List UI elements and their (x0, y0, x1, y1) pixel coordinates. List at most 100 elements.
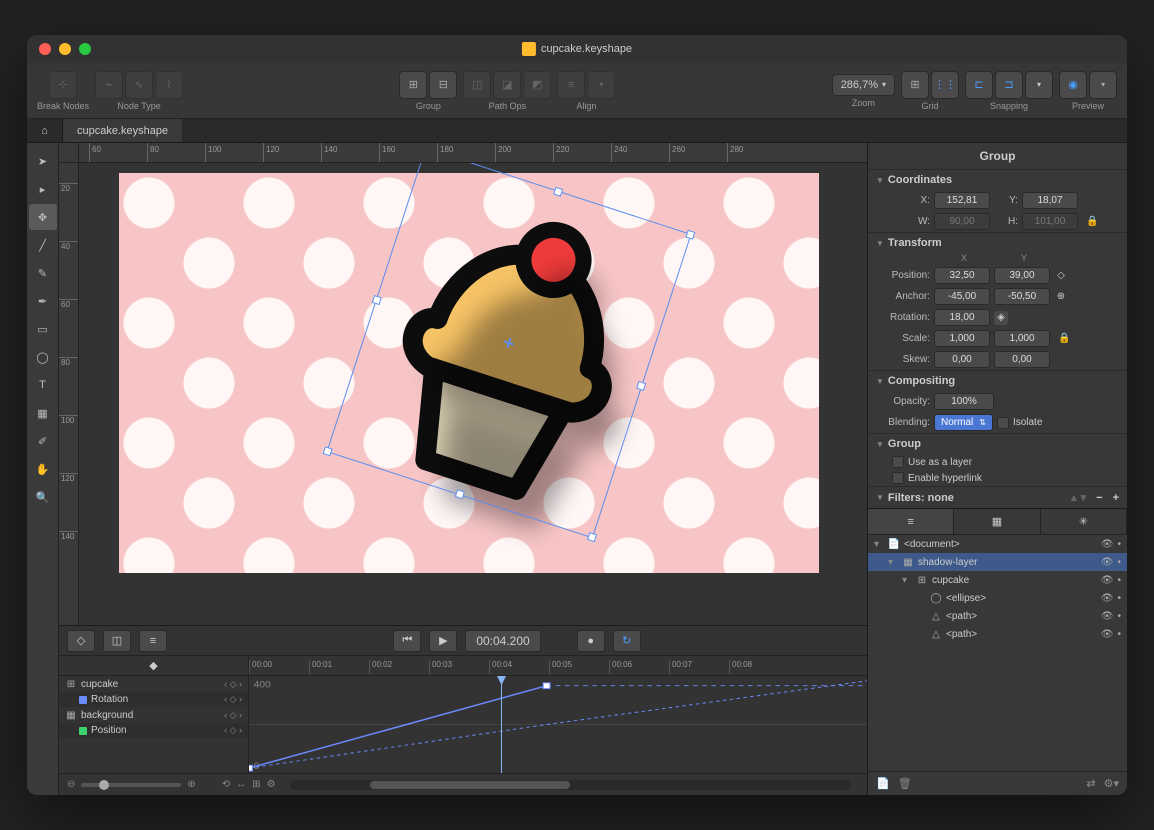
text-tool[interactable]: T (29, 372, 57, 398)
zoom-window-button[interactable] (79, 43, 91, 55)
anchor-target-button[interactable]: ⊕ (1054, 290, 1068, 304)
skew-y-input[interactable]: 0,00 (994, 351, 1050, 368)
anchor-x-input[interactable]: -45,00 (934, 288, 990, 305)
tree-row[interactable]: ▾▦shadow-layer👁• (868, 553, 1127, 571)
go-to-start-button[interactable]: ⏮ (393, 630, 421, 652)
node-type-symmetric-button[interactable]: ⌇ (155, 71, 183, 99)
swap-icon[interactable]: ⇄ (1086, 777, 1095, 790)
tree-row[interactable]: ▾📄<document>👁• (868, 535, 1127, 553)
snap-node-button[interactable]: ⊏ (965, 71, 993, 99)
align-dropdown-button[interactable]: ▾ (587, 71, 615, 99)
resize-handle-sw[interactable] (323, 446, 333, 456)
timeline-graph-view-button[interactable]: ◫ (103, 630, 131, 652)
hyperlink-checkbox[interactable] (892, 472, 904, 484)
position-y-input[interactable]: 39,00 (994, 267, 1050, 284)
line-tool[interactable]: ╱ (29, 232, 57, 258)
tree-tab-extras[interactable]: ✳ (1041, 509, 1127, 534)
tree-tab-layers[interactable]: ≡ (868, 509, 954, 534)
grid-dots-button[interactable]: ⋮⋮ (931, 71, 959, 99)
scale-x-input[interactable]: 1,000 (934, 330, 990, 347)
preview-button[interactable]: ◉ (1059, 71, 1087, 99)
minimize-window-button[interactable] (59, 43, 71, 55)
zoom-out-icon[interactable]: ⊖ (67, 779, 75, 790)
direct-select-tool[interactable]: ▸ (29, 176, 57, 202)
select-dot-icon[interactable]: • (1117, 593, 1121, 604)
tree-row[interactable]: ▾⊞cupcake👁• (868, 571, 1127, 589)
rotation-input[interactable]: 18,00 (934, 309, 990, 326)
transform-header[interactable]: ▼Transform (868, 233, 1127, 253)
select-dot-icon[interactable]: • (1117, 539, 1121, 550)
coordinates-header[interactable]: ▼Coordinates (868, 170, 1127, 190)
position-x-input[interactable]: 32,50 (934, 267, 990, 284)
timeline-item[interactable]: ▦background‹ ◇ › (59, 707, 248, 723)
zoom-tool[interactable]: 🔍 (29, 484, 57, 510)
filter-add-icon[interactable]: + (1113, 492, 1119, 504)
scale-lock-icon[interactable]: 🔒 (1054, 333, 1074, 344)
path-intersect-button[interactable]: ◩ (523, 71, 551, 99)
visibility-icon[interactable]: 👁 (1101, 575, 1114, 586)
filter-down-icon[interactable]: ▾ (1081, 491, 1087, 504)
filter-up-icon[interactable]: ▴ (1071, 491, 1077, 504)
use-as-layer-checkbox[interactable] (892, 456, 904, 468)
anchor-y-input[interactable]: -50,50 (994, 288, 1050, 305)
scale-y-input[interactable]: 1,000 (994, 330, 1050, 347)
group-section-header[interactable]: ▼Group (868, 434, 1127, 454)
align-button[interactable]: ≡ (557, 71, 585, 99)
hand-tool[interactable]: ✋ (29, 456, 57, 482)
timeline-graph[interactable]: 400 0 (249, 676, 867, 773)
pencil-tool[interactable]: ✎ (29, 260, 57, 286)
snap-edge-button[interactable]: ⊐ (995, 71, 1023, 99)
rectangle-tool[interactable]: ▭ (29, 316, 57, 342)
break-nodes-button[interactable]: ⊹ (49, 71, 77, 99)
play-button[interactable]: ▶ (429, 630, 457, 652)
settings-icon[interactable]: ⚙▾ (1104, 777, 1119, 790)
timeline-list-view-button[interactable]: ≡ (139, 630, 167, 652)
timeline-keyframe-view-button[interactable]: ◇ (67, 630, 95, 652)
keyframe-rotation-button[interactable]: ◈ (994, 311, 1008, 325)
timeline-ruler[interactable]: 00:0000:0100:0200:0300:0400:0500:0600:07… (249, 656, 867, 676)
resize-handle-n[interactable] (553, 187, 563, 197)
move-tool[interactable]: ✥ (29, 204, 57, 230)
tree-tab-symbols[interactable]: ▦ (954, 509, 1040, 534)
playhead[interactable] (501, 676, 502, 773)
new-folder-icon[interactable]: 📄 (876, 777, 890, 790)
skew-x-input[interactable]: 0,00 (934, 351, 990, 368)
visibility-icon[interactable]: 👁 (1101, 539, 1114, 550)
close-window-button[interactable] (39, 43, 51, 55)
path-subtract-button[interactable]: ◪ (493, 71, 521, 99)
grid-toggle-button[interactable]: ⊞ (901, 71, 929, 99)
select-dot-icon[interactable]: • (1117, 575, 1121, 586)
ungroup-button[interactable]: ⊟ (429, 71, 457, 99)
select-dot-icon[interactable]: • (1117, 611, 1121, 622)
tree-row[interactable]: ◯<ellipse>👁• (868, 589, 1127, 607)
compositing-header[interactable]: ▼Compositing (868, 371, 1127, 391)
visibility-icon[interactable]: 👁 (1101, 611, 1114, 622)
select-tool[interactable]: ➤ (29, 148, 57, 174)
group-button[interactable]: ⊞ (399, 71, 427, 99)
timeline-item[interactable]: Rotation‹ ◇ › (59, 692, 248, 707)
select-dot-icon[interactable]: • (1117, 557, 1121, 568)
blending-select[interactable]: Normal⇅ (934, 414, 993, 431)
visibility-icon[interactable]: 👁 (1101, 593, 1114, 604)
document-tab[interactable]: cupcake.keyshape (63, 119, 182, 142)
ellipse-tool[interactable]: ◯ (29, 344, 57, 370)
delete-icon[interactable]: 🗑 (898, 777, 912, 790)
resize-handle-ne[interactable] (685, 230, 695, 240)
tree-row[interactable]: △<path>👁• (868, 607, 1127, 625)
filters-header[interactable]: ▼Filters: none ▴ ▾ − + (868, 487, 1127, 508)
resize-handle-w[interactable] (372, 295, 382, 305)
coord-y-input[interactable]: 18,07 (1022, 192, 1078, 209)
filter-remove-icon[interactable]: − (1096, 492, 1102, 504)
visibility-icon[interactable]: 👁 (1101, 557, 1114, 568)
home-tab[interactable]: ⌂ (27, 119, 63, 142)
zoom-dropdown[interactable]: 286,7% ▾ (832, 74, 895, 96)
isolate-checkbox[interactable] (997, 417, 1009, 429)
keyframe-position-button[interactable]: ◇ (1054, 269, 1068, 283)
coord-w-input[interactable]: 90,00 (934, 213, 990, 230)
record-button[interactable]: ● (577, 630, 605, 652)
select-dot-icon[interactable]: • (1117, 629, 1121, 640)
coord-h-input[interactable]: 101,00 (1022, 213, 1078, 230)
loop-button[interactable]: ↻ (613, 630, 641, 652)
visibility-icon[interactable]: 👁 (1101, 629, 1114, 640)
node-type-smooth-button[interactable]: ∿ (125, 71, 153, 99)
